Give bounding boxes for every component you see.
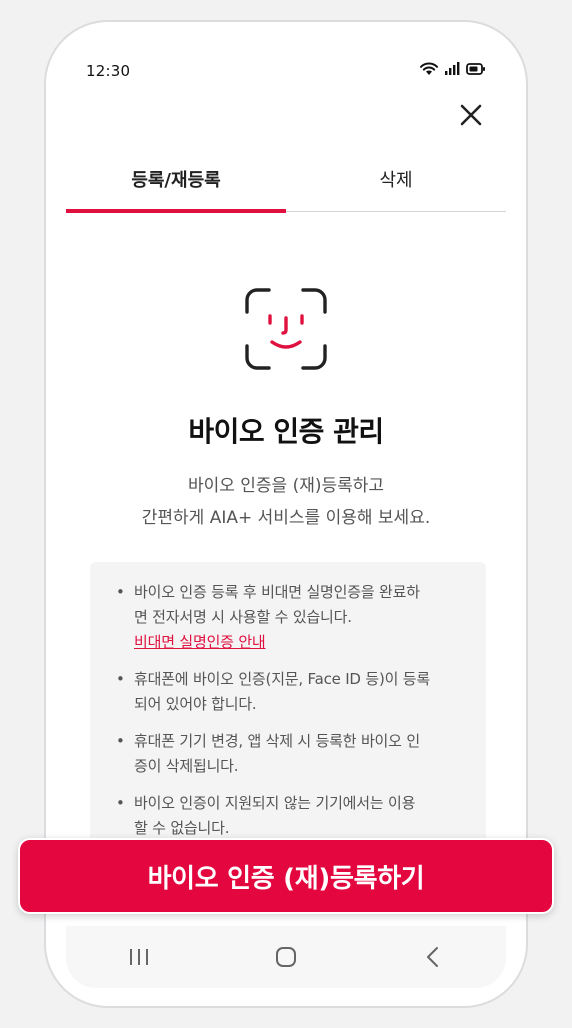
face-id-icon xyxy=(245,288,327,370)
info-line: 휴대폰에 바이오 인증(지문, Face ID 등)이 등록 xyxy=(134,670,430,688)
battery-icon xyxy=(466,62,486,76)
tab-register-label: 등록/재등록 xyxy=(131,170,221,191)
info-line: 증이 삭제됩니다. xyxy=(134,757,239,775)
subtitle-line: 간편하게 AIA+ 서비스를 이용해 보세요. xyxy=(141,508,431,528)
info-item: 휴대폰에 바이오 인증(지문, Face ID 등)이 등록 되어 있어야 합니… xyxy=(114,667,466,717)
page-subtitle: 바이오 인증을 (재)등록하고 간편하게 AIA+ 서비스를 이용해 보세요. xyxy=(46,470,526,534)
tab-register[interactable]: 등록/재등록 xyxy=(66,162,286,213)
tab-delete[interactable]: 삭제 xyxy=(286,162,506,211)
page-title: 바이오 인증 관리 xyxy=(188,415,384,448)
back-button[interactable] xyxy=(403,937,463,977)
home-icon xyxy=(275,947,296,967)
close-button[interactable] xyxy=(456,100,486,130)
home-button[interactable] xyxy=(256,937,316,977)
wifi-icon xyxy=(420,62,438,76)
tab-bar: 등록/재등록 삭제 xyxy=(66,162,506,213)
realname-auth-guide-link[interactable]: 비대면 실명인증 안내 xyxy=(134,630,266,655)
status-icons xyxy=(420,62,486,76)
info-item: 휴대폰 기기 변경, 앱 삭제 시 등록한 바이오 인 증이 삭제됩니다. xyxy=(114,729,466,779)
info-line: 면 전자서명 시 사용할 수 있습니다. xyxy=(134,608,352,626)
info-item: 바이오 인증이 지원되지 않는 기기에서는 이용 할 수 없습니다. xyxy=(114,791,466,841)
info-line: 휴대폰 기기 변경, 앱 삭제 시 등록한 바이오 인 xyxy=(134,732,420,750)
tab-delete-label: 삭제 xyxy=(379,170,413,191)
signal-icon xyxy=(444,62,460,76)
close-icon xyxy=(460,104,482,126)
info-line: 되어 있어야 합니다. xyxy=(134,695,257,713)
status-time: 12:30 xyxy=(86,62,131,80)
info-line: 바이오 인증이 지원되지 않는 기기에서는 이용 xyxy=(134,794,416,812)
status-bar: 12:30 xyxy=(46,22,526,118)
subtitle-line: 바이오 인증을 (재)등록하고 xyxy=(187,476,385,496)
info-item: 바이오 인증 등록 후 비대면 실명인증을 완료하 면 전자서명 시 사용할 수… xyxy=(114,580,466,655)
back-icon xyxy=(426,947,438,967)
info-line: 바이오 인증 등록 후 비대면 실명인증을 완료하 xyxy=(134,583,420,601)
bio-auth-register-button[interactable]: 바이오 인증 (재)등록하기 xyxy=(18,838,554,914)
info-box: 바이오 인증 등록 후 비대면 실명인증을 완료하 면 전자서명 시 사용할 수… xyxy=(90,562,486,852)
system-nav-bar xyxy=(66,926,506,988)
recent-apps-icon xyxy=(130,949,149,965)
recent-apps-button[interactable] xyxy=(109,937,169,977)
